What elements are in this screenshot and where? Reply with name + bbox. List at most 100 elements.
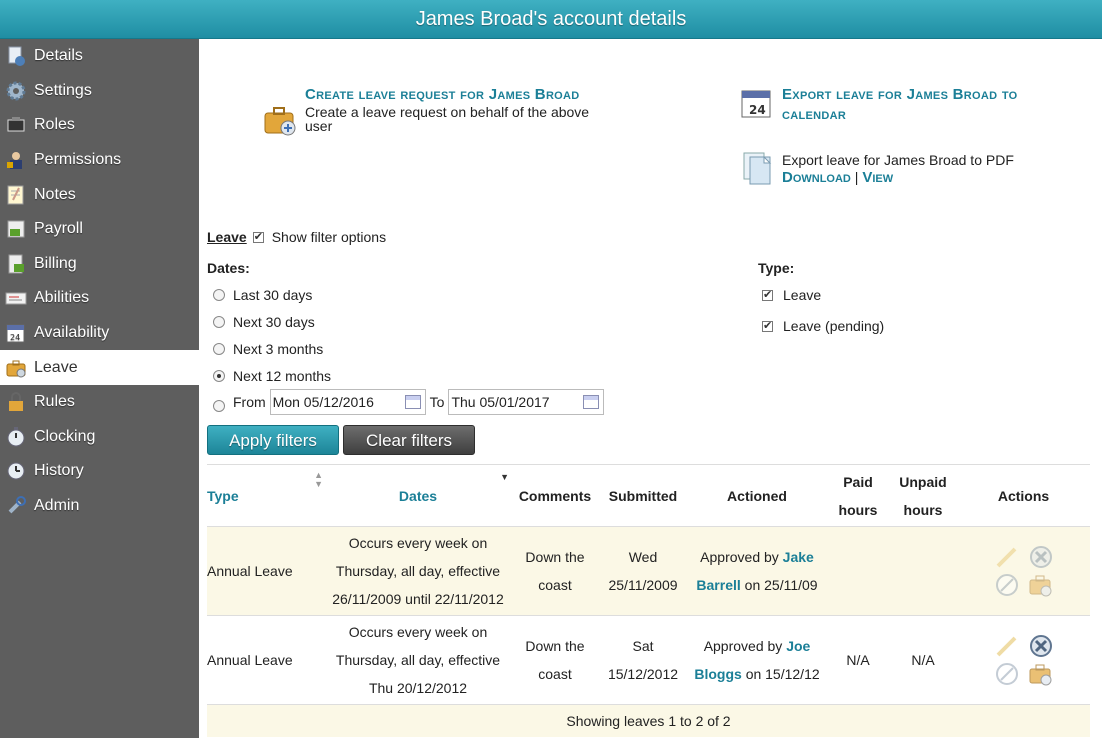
cancel-icon[interactable] — [1029, 634, 1053, 658]
cell-unpaid-hours — [889, 526, 957, 616]
radio-label: Next 3 months — [233, 341, 324, 357]
sidebar-item-label: Notes — [34, 185, 76, 203]
sidebar-item-payroll[interactable]: Payroll — [0, 212, 199, 247]
from-date-input[interactable]: Mon 05/12/2016 — [269, 389, 426, 415]
to-date-value: Thu 05/01/2017 — [451, 394, 550, 410]
type-option-leave-pending[interactable]: Leave (pending) — [762, 318, 884, 334]
billing-icon — [5, 253, 27, 275]
table-row: Annual Leave Occurs every week on Thursd… — [207, 526, 1090, 616]
col-dates[interactable]: Dates ▼ — [325, 464, 511, 527]
deny-icon[interactable] — [995, 573, 1019, 597]
sidebar-item-availability[interactable]: 24 Availability — [0, 316, 199, 351]
sidebar-item-abilities[interactable]: Abilities — [0, 281, 199, 316]
briefcase-clock-icon[interactable] — [1029, 662, 1053, 686]
permissions-icon — [5, 149, 27, 171]
sidebar-item-history[interactable]: History — [0, 454, 199, 489]
stopwatch-icon — [5, 426, 27, 448]
cell-actioned: Approved by Jake Barrell on 25/11/09 — [687, 526, 827, 616]
sidebar-item-roles[interactable]: Roles — [0, 108, 199, 143]
actioned-suffix: on 15/12/12 — [745, 666, 820, 682]
deny-icon[interactable] — [995, 662, 1019, 686]
type-option-label: Leave — [783, 287, 822, 303]
sidebar-item-label: Details — [34, 47, 83, 65]
briefcase-clock-icon[interactable] — [1029, 573, 1053, 597]
roles-icon — [5, 114, 27, 136]
cell-type: Annual Leave — [207, 526, 325, 616]
apply-filters-button[interactable]: Apply filters — [207, 425, 339, 455]
show-filter-label: Show filter options — [271, 229, 387, 245]
sidebar-item-details[interactable]: Details — [0, 39, 199, 74]
col-paid-hours: Paid hours — [827, 464, 889, 527]
date-option-next-3-months[interactable]: Next 3 months — [213, 341, 323, 357]
create-leave-request-link[interactable]: Create leave request for James Broad — [305, 85, 603, 105]
sidebar-item-label: Rules — [34, 393, 75, 411]
radio-button[interactable] — [213, 400, 225, 412]
leave-link[interactable]: Leave — [207, 229, 247, 245]
type-checkbox[interactable] — [762, 319, 773, 332]
cell-paid-hours: N/A — [827, 615, 889, 705]
lock-icon — [5, 391, 27, 413]
svg-text:24: 24 — [749, 103, 766, 117]
from-label: From — [233, 394, 266, 410]
radio-button[interactable] — [213, 343, 225, 355]
sidebar-item-admin[interactable]: Admin — [0, 489, 199, 524]
date-option-next-12-months[interactable]: Next 12 months — [213, 368, 331, 384]
date-option-last-30-days[interactable]: Last 30 days — [213, 287, 312, 303]
type-option-leave[interactable]: Leave — [762, 287, 821, 303]
details-icon — [5, 45, 27, 67]
actioned-suffix: on 25/11/09 — [744, 577, 818, 593]
sidebar-item-label: Clocking — [34, 427, 96, 445]
date-option-custom-range[interactable]: From Mon 05/12/2016 To Thu 05/01/2017 — [213, 389, 605, 415]
col-type[interactable]: Type ▲ ▼ — [207, 464, 325, 527]
window-title: James Broad's account details — [0, 0, 1102, 39]
calendar-picker-icon[interactable] — [583, 395, 600, 409]
create-leave-request-description: Create a leave request on behalf of the … — [305, 104, 590, 134]
cell-dates: Occurs every week on Thursday, all day, … — [325, 615, 511, 705]
briefcase-add-icon — [263, 103, 297, 137]
pencil-icon[interactable] — [995, 545, 1019, 569]
type-checkbox[interactable] — [762, 288, 773, 301]
sidebar-item-label: Admin — [34, 497, 80, 515]
export-calendar-action[interactable]: 24 Export leave for James Broad to calen… — [740, 85, 1080, 125]
col-dates-label: Dates — [398, 487, 438, 504]
col-unpaid-hours: Unpaid hours — [889, 464, 957, 527]
cell-comments: Down the coast — [511, 615, 599, 705]
sidebar: Details Settings Roles Permissions Notes… — [0, 39, 199, 738]
sidebar-item-label: Availability — [34, 324, 110, 342]
cell-actioned: Approved by Joe Bloggs on 15/12/12 — [687, 615, 827, 705]
pencil-icon[interactable] — [995, 634, 1019, 658]
download-pdf-link[interactable]: Download — [782, 169, 851, 186]
radio-button[interactable] — [213, 289, 225, 301]
sidebar-item-leave[interactable]: Leave — [0, 350, 199, 385]
actioned-prefix: Approved by — [700, 549, 779, 565]
pagination-summary: Showing leaves 1 to 2 of 2 — [207, 704, 1090, 737]
notes-icon — [5, 184, 27, 206]
sidebar-item-billing[interactable]: Billing — [0, 247, 199, 282]
dates-label: Dates: — [207, 260, 250, 276]
sidebar-item-notes[interactable]: Notes — [0, 177, 199, 212]
radio-button[interactable] — [213, 370, 225, 382]
clear-filters-button[interactable]: Clear filters — [343, 425, 475, 455]
sidebar-item-permissions[interactable]: Permissions — [0, 143, 199, 178]
type-option-label: Leave (pending) — [783, 318, 885, 334]
sidebar-item-rules[interactable]: Rules — [0, 385, 199, 420]
sidebar-item-label: Settings — [34, 81, 92, 99]
cancel-icon[interactable] — [1029, 545, 1053, 569]
create-leave-request-action[interactable]: Create leave request for James Broad Cre… — [263, 85, 603, 137]
cell-actions — [957, 526, 1090, 616]
cell-paid-hours — [827, 526, 889, 616]
table-row: Annual Leave Occurs every week on Thursd… — [207, 615, 1090, 705]
radio-button[interactable] — [213, 316, 225, 328]
date-option-next-30-days[interactable]: Next 30 days — [213, 314, 315, 330]
cell-dates: Occurs every week on Thursday, all day, … — [325, 526, 511, 616]
show-filter-checkbox[interactable] — [252, 230, 264, 243]
export-calendar-link[interactable]: Export leave for James Broad to calendar — [782, 85, 1080, 125]
to-date-input[interactable]: Thu 05/01/2017 — [448, 389, 605, 415]
calendar-picker-icon[interactable] — [404, 395, 421, 409]
actioned-prefix: Approved by — [703, 638, 783, 654]
sidebar-item-settings[interactable]: Settings — [0, 74, 199, 109]
sidebar-item-label: Roles — [34, 116, 75, 134]
radio-label: Last 30 days — [233, 287, 313, 303]
sidebar-item-clocking[interactable]: Clocking — [0, 420, 199, 455]
view-pdf-link[interactable]: View — [862, 169, 893, 186]
